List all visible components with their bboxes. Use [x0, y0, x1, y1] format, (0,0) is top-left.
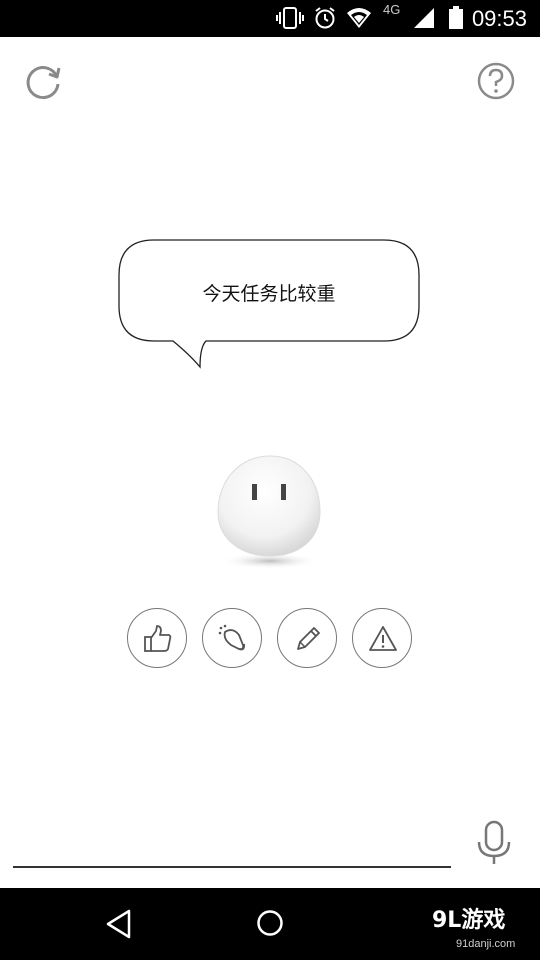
feed-button[interactable] [202, 608, 262, 668]
status-time: 09:53 [471, 6, 527, 31]
ghost-character[interactable] [212, 450, 328, 576]
back-triangle-icon [106, 909, 131, 939]
home-button[interactable] [255, 908, 285, 938]
voice-input-button[interactable] [474, 820, 514, 866]
refresh-icon [26, 66, 61, 100]
navigation-bar: 9L游戏 91danji.com [0, 888, 540, 960]
watermark-url: 91danji.com [456, 938, 516, 950]
watermark-logo: 9L游戏 [432, 908, 506, 933]
feed-icon [218, 624, 246, 651]
signal-icon [412, 6, 436, 34]
edit-button[interactable] [277, 608, 337, 668]
wifi-icon [346, 6, 372, 34]
like-button[interactable] [127, 608, 187, 668]
help-button[interactable] [474, 59, 518, 103]
thumbs-up-icon [144, 625, 172, 652]
warning-icon [369, 626, 397, 651]
speech-bubble: 今天任务比较重 [118, 239, 422, 371]
input-underline[interactable] [13, 866, 451, 868]
report-button[interactable] [352, 608, 412, 668]
battery-icon [448, 6, 464, 34]
pencil-icon [297, 627, 320, 650]
app-screen: 4G 09:53 今天任务比较重 9L游戏 91danji.com [0, 0, 540, 960]
action-row [0, 608, 540, 670]
network-type: 4G [383, 2, 401, 17]
status-bar: 4G 09:53 [0, 0, 540, 37]
bubble-message: 今天任务比较重 [202, 283, 336, 305]
refresh-button[interactable] [21, 59, 65, 103]
back-button[interactable] [104, 908, 136, 940]
alarm-icon [313, 6, 337, 34]
home-circle-icon [257, 910, 283, 936]
vibrate-icon [276, 6, 304, 34]
help-icon [477, 62, 515, 100]
microphone-icon [477, 820, 511, 864]
